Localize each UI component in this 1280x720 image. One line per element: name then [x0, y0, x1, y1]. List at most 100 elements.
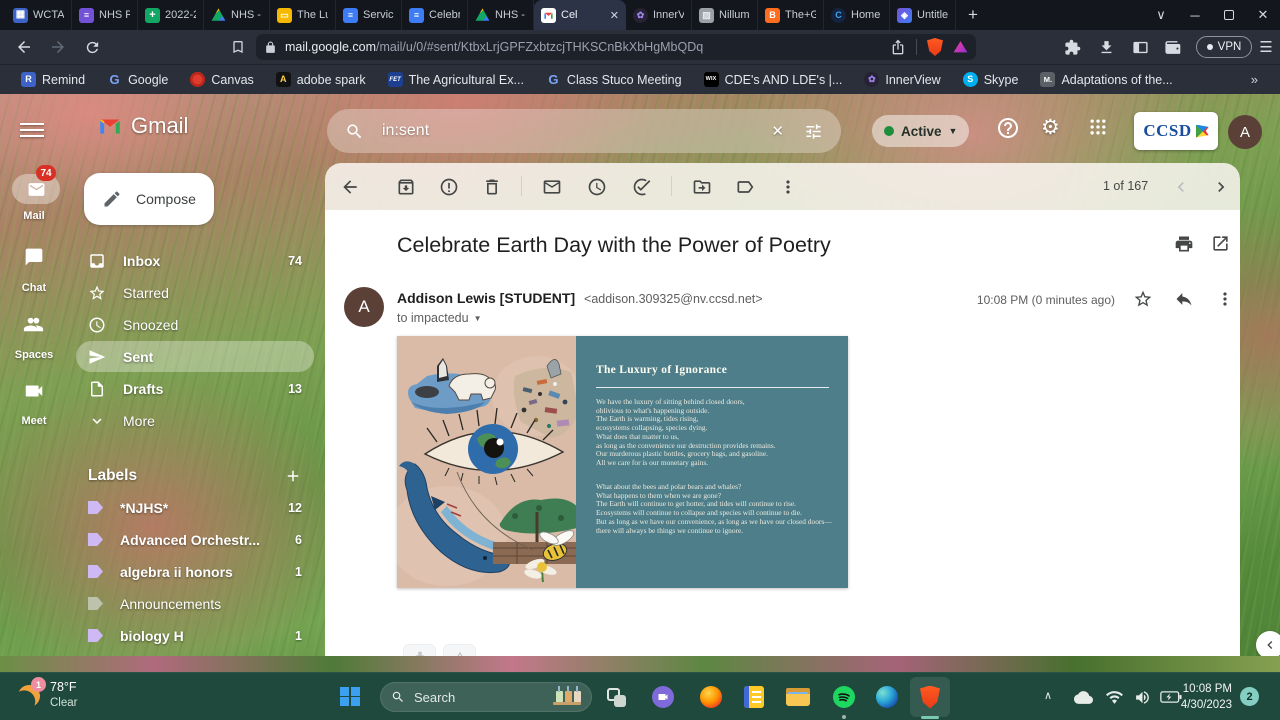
taskbar-search[interactable]: Search	[380, 682, 592, 712]
help-icon[interactable]	[996, 116, 1020, 140]
browser-tab[interactable]: NHS -	[204, 0, 270, 30]
gmail-menu-icon[interactable]	[20, 119, 44, 141]
label-item[interactable]: algebra ii honors 1	[76, 556, 314, 587]
vpn-button[interactable]: VPN	[1196, 36, 1252, 58]
bookmark-item[interactable]: Canvas	[181, 68, 262, 92]
task-view-button[interactable]	[607, 688, 629, 710]
bookmark-item[interactable]: ✿ InnerView	[855, 68, 949, 92]
bookmark-item[interactable]: R Remind	[12, 68, 94, 92]
earth-day-poster[interactable]: The Luxury of Ignorance We have the luxu…	[397, 336, 848, 588]
address-bar[interactable]: mail.google.com/mail/u/0/#sent/KtbxLrjGP…	[256, 34, 976, 60]
reply-icon[interactable]	[1174, 289, 1194, 309]
archive-icon[interactable]	[395, 176, 417, 198]
reload-button[interactable]	[82, 37, 102, 57]
browser-tab[interactable]: ≡Service	[336, 0, 402, 30]
settings-gear-icon[interactable]: ⚙	[1041, 115, 1060, 140]
browser-tab[interactable]: B The+G	[758, 0, 824, 30]
start-button[interactable]	[340, 687, 360, 706]
label-item[interactable]: biology H1	[76, 620, 314, 651]
bookmark-item[interactable]: G Class Stuco Meeting	[537, 68, 691, 92]
browser-tab[interactable]: ▨ Nillum	[692, 0, 758, 30]
open-in-new-icon[interactable]	[1211, 234, 1230, 253]
tray-expand-icon[interactable]: ∧	[1044, 689, 1052, 702]
bookmarks-overflow-icon[interactable]: »	[1251, 72, 1268, 87]
video-app-icon[interactable]	[652, 686, 674, 708]
more-options-icon[interactable]	[777, 176, 799, 198]
notification-badge[interactable]: 2	[1240, 687, 1259, 706]
browser-tab[interactable]: +2022-2	[138, 0, 204, 30]
sidebar-item-more[interactable]: More	[76, 405, 314, 436]
bookmark-item[interactable]: G Google	[98, 68, 177, 92]
downloads-icon[interactable]	[1096, 37, 1116, 57]
browser-tab[interactable]: NHS -	[468, 0, 534, 30]
label-item[interactable]: *NJHS* 12	[76, 492, 314, 523]
add-label-icon[interactable]	[284, 467, 302, 485]
bookmark-tab-icon[interactable]	[228, 37, 248, 57]
compose-button[interactable]: Compose	[84, 173, 214, 225]
brave-taskbar-button[interactable]	[910, 677, 950, 717]
bookmark-item[interactable]: M. Adaptations of the...	[1031, 68, 1181, 92]
window-maximize-button[interactable]	[1212, 0, 1246, 30]
back-button[interactable]	[14, 37, 34, 57]
label-item[interactable]: Announcements	[76, 588, 314, 619]
new-tab-button[interactable]: +	[956, 0, 990, 30]
add-to-drive-button[interactable]	[443, 644, 476, 656]
gmail-search-bar[interactable]: ✕	[327, 109, 841, 153]
edge-icon[interactable]	[876, 686, 898, 708]
browser-menu-icon[interactable]: ☰	[1256, 37, 1276, 57]
status-selector[interactable]: Active ▼	[872, 115, 970, 147]
brave-rewards-icon[interactable]	[953, 41, 968, 53]
back-to-list-icon[interactable]	[339, 176, 361, 198]
search-filter-icon[interactable]	[804, 122, 823, 141]
bookmark-item[interactable]: FET The Agricultural Ex...	[379, 68, 533, 92]
label-item[interactable]: Advanced Orchestr... 6	[76, 524, 314, 555]
volume-icon[interactable]	[1134, 689, 1151, 706]
extensions-icon[interactable]	[1062, 37, 1082, 57]
window-close-button[interactable]: ✕	[1246, 0, 1280, 30]
move-to-icon[interactable]	[691, 176, 713, 198]
delete-icon[interactable]	[481, 176, 503, 198]
browser-tab[interactable]: ≡ NHS R	[72, 0, 138, 30]
star-email-icon[interactable]	[1133, 289, 1153, 309]
rail-label-spaces[interactable]: Spaces	[0, 349, 68, 361]
browser-tab[interactable]: ≡ Celebr	[402, 0, 468, 30]
rail-label-mail[interactable]: Mail	[0, 210, 68, 222]
tab-close-icon[interactable]: ✕	[610, 9, 619, 22]
sidebar-item-drafts[interactable]: Drafts 13	[76, 373, 314, 404]
browser-tab[interactable]: ▦ WCTA	[6, 0, 72, 30]
sidebar-item-sent[interactable]: Sent	[76, 341, 314, 372]
clear-search-icon[interactable]: ✕	[771, 122, 784, 140]
older-email-icon[interactable]	[1210, 176, 1232, 198]
side-panel-toggle[interactable]	[1256, 631, 1280, 659]
mark-unread-icon[interactable]	[541, 176, 563, 198]
window-minimize-button[interactable]: ─	[1178, 0, 1212, 30]
snooze-icon[interactable]	[586, 176, 608, 198]
share-icon[interactable]	[890, 39, 906, 55]
bookmark-item[interactable]: Aadobe spark	[267, 68, 375, 92]
download-attachment-button[interactable]	[403, 644, 436, 656]
sender-avatar[interactable]: A	[344, 287, 384, 327]
file-explorer-icon[interactable]	[786, 686, 810, 708]
wallet-icon[interactable]	[1162, 37, 1182, 57]
brave-shield-icon[interactable]	[927, 38, 943, 56]
bookmark-item[interactable]: WIX CDE's AND LDE's |...	[695, 68, 852, 92]
print-icon[interactable]	[1174, 234, 1194, 254]
sidebar-item-inbox[interactable]: Inbox 74	[76, 245, 314, 276]
newer-email-icon[interactable]	[1170, 176, 1192, 198]
onedrive-icon[interactable]	[1074, 688, 1093, 707]
browser-tab[interactable]: ✿ InnerV	[626, 0, 692, 30]
browser-tab-active[interactable]: Cel ✕	[534, 0, 626, 30]
report-spam-icon[interactable]	[438, 176, 460, 198]
spotify-icon[interactable]	[833, 686, 855, 708]
tab-search-icon[interactable]: ∨	[1144, 0, 1178, 30]
document-app-icon[interactable]	[744, 686, 764, 708]
add-to-tasks-icon[interactable]	[631, 176, 653, 198]
sidebar-item-starred[interactable]: Starred	[76, 277, 314, 308]
browser-tab[interactable]: C Home	[824, 0, 890, 30]
browser-tab[interactable]: ▭ The Lu	[270, 0, 336, 30]
apps-grid-icon[interactable]	[1088, 117, 1108, 137]
rail-item-chat[interactable]	[24, 247, 44, 267]
browser-tab[interactable]: ◈ Untitle	[890, 0, 956, 30]
rail-item-meet[interactable]	[23, 380, 45, 402]
label-icon[interactable]	[734, 176, 756, 198]
